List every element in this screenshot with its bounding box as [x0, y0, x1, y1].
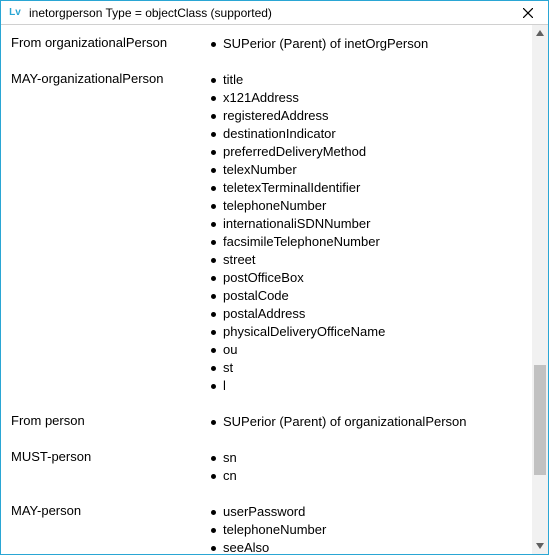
list-item: telephoneNumber: [211, 197, 524, 215]
list-item: physicalDeliveryOfficeName: [211, 323, 524, 341]
list-item: telexNumber: [211, 161, 524, 179]
section-label: From person: [11, 413, 211, 449]
list-item: postalAddress: [211, 305, 524, 323]
close-icon: [523, 8, 533, 18]
close-button[interactable]: [514, 3, 542, 23]
scroll-up-button[interactable]: [532, 25, 548, 41]
list-item: title: [211, 71, 524, 89]
list-item: telephoneNumber: [211, 521, 524, 539]
schema-table: From organizationalPerson SUPerior (Pare…: [11, 35, 524, 554]
list-item: facsimileTelephoneNumber: [211, 233, 524, 251]
list-item: registeredAddress: [211, 107, 524, 125]
section-label: MAY-person: [11, 503, 211, 554]
section-row: MUST-person sn cn: [11, 449, 524, 503]
value-list: title x121Address registeredAddress dest…: [211, 71, 524, 395]
list-item: x121Address: [211, 89, 524, 107]
list-item: sn: [211, 449, 524, 467]
vertical-scrollbar[interactable]: [532, 25, 548, 554]
list-item: userPassword: [211, 503, 524, 521]
app-icon: Lv: [7, 5, 23, 21]
section-values: SUPerior (Parent) of organizationalPerso…: [211, 413, 524, 449]
list-item: preferredDeliveryMethod: [211, 143, 524, 161]
list-item: destinationIndicator: [211, 125, 524, 143]
chevron-up-icon: [536, 29, 544, 37]
section-values: title x121Address registeredAddress dest…: [211, 71, 524, 413]
scroll-down-button[interactable]: [532, 538, 548, 554]
value-list: userPassword telephoneNumber seeAlso des…: [211, 503, 524, 554]
section-values: userPassword telephoneNumber seeAlso des…: [211, 503, 524, 554]
list-item: l: [211, 377, 524, 395]
list-item: postalCode: [211, 287, 524, 305]
section-row: From person SUPerior (Parent) of organiz…: [11, 413, 524, 449]
list-item: SUPerior (Parent) of inetOrgPerson: [211, 35, 524, 53]
list-item: st: [211, 359, 524, 377]
scroll-thumb[interactable]: [534, 365, 546, 475]
section-row: MAY-organizationalPerson title x121Addre…: [11, 71, 524, 413]
window-title: inetorgperson Type = objectClass (suppor…: [29, 6, 514, 20]
section-label: MAY-organizationalPerson: [11, 71, 211, 413]
section-row: MAY-person userPassword telephoneNumber …: [11, 503, 524, 554]
list-item: cn: [211, 467, 524, 485]
list-item: postOfficeBox: [211, 269, 524, 287]
value-list: sn cn: [211, 449, 524, 485]
titlebar: Lv inetorgperson Type = objectClass (sup…: [1, 1, 548, 25]
section-values: sn cn: [211, 449, 524, 503]
section-values: SUPerior (Parent) of inetOrgPerson: [211, 35, 524, 71]
section-row: From organizationalPerson SUPerior (Pare…: [11, 35, 524, 71]
list-item: ou: [211, 341, 524, 359]
section-label: From organizationalPerson: [11, 35, 211, 71]
list-item: teletexTerminalIdentifier: [211, 179, 524, 197]
section-label: MUST-person: [11, 449, 211, 503]
main-window: Lv inetorgperson Type = objectClass (sup…: [0, 0, 549, 555]
value-list: SUPerior (Parent) of inetOrgPerson: [211, 35, 524, 53]
list-item: seeAlso: [211, 539, 524, 554]
value-list: SUPerior (Parent) of organizationalPerso…: [211, 413, 524, 431]
chevron-down-icon: [536, 542, 544, 550]
list-item: street: [211, 251, 524, 269]
list-item: SUPerior (Parent) of organizationalPerso…: [211, 413, 524, 431]
content-area: From organizationalPerson SUPerior (Pare…: [1, 25, 532, 554]
content-wrapper: From organizationalPerson SUPerior (Pare…: [1, 25, 548, 554]
list-item: internationaliSDNNumber: [211, 215, 524, 233]
